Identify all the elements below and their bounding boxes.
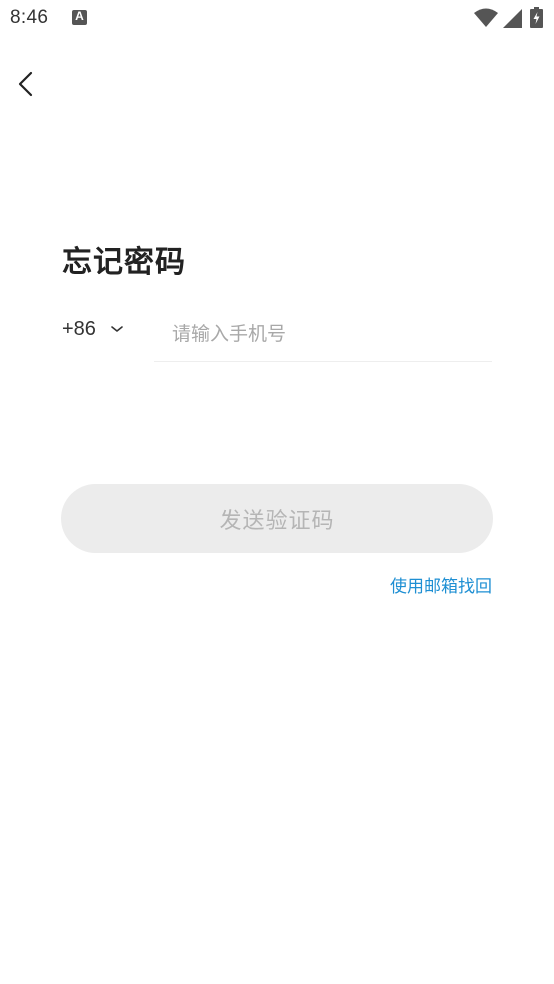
country-code-label: +86 (62, 317, 96, 340)
signal-icon (503, 9, 522, 28)
chevron-left-icon (18, 71, 33, 97)
status-bar: 8:46 (0, 0, 554, 38)
chevron-down-icon (111, 326, 123, 332)
country-code-selector[interactable]: +86 (62, 312, 124, 346)
app-notification-icon (72, 9, 87, 25)
status-time: 8:46 (10, 7, 49, 28)
wifi-icon (474, 8, 498, 27)
back-button[interactable] (8, 62, 48, 106)
send-verification-code-button[interactable]: 发送验证码 (61, 484, 493, 553)
phone-number-input[interactable] (154, 306, 492, 362)
battery-charging-icon (530, 7, 543, 28)
recover-via-email-link[interactable]: 使用邮箱找回 (390, 572, 492, 597)
page-title: 忘记密码 (62, 245, 186, 280)
